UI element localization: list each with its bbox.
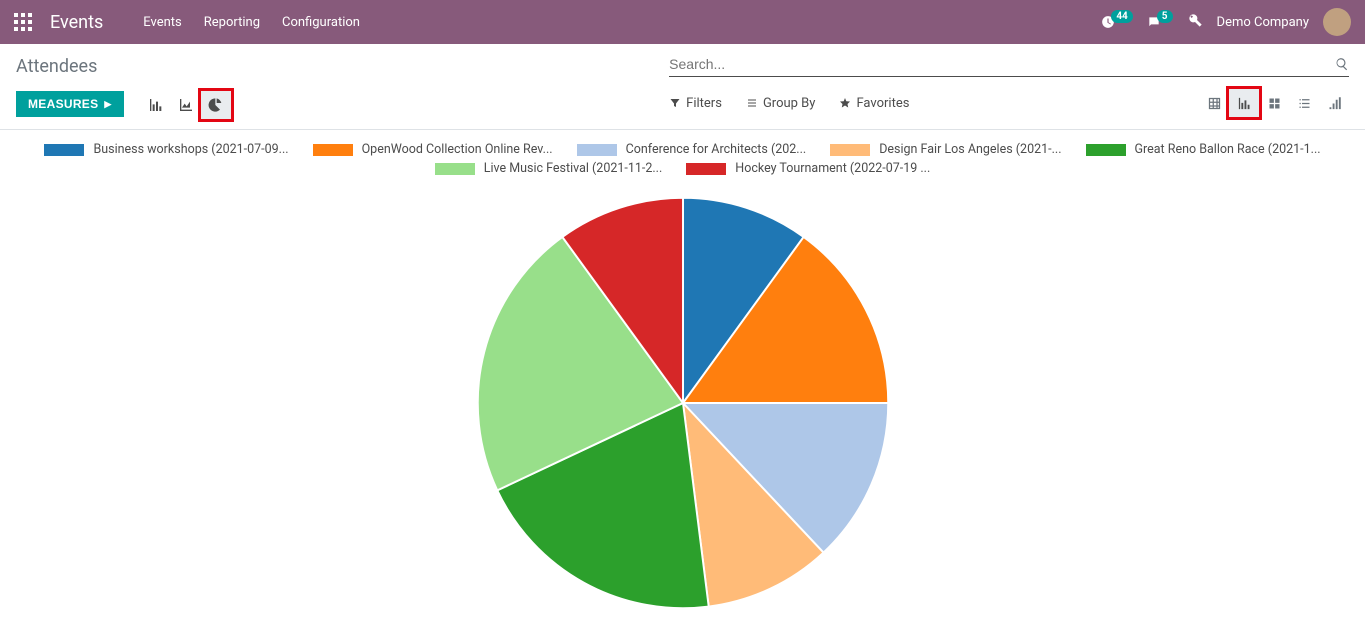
list-lines-icon	[1297, 96, 1312, 111]
star-icon	[839, 97, 851, 109]
chart-type-group	[141, 91, 231, 119]
dashboard-view-button[interactable]	[1319, 89, 1349, 117]
chart-legend: Business workshops (2021-07-09... OpenWoo…	[0, 130, 1365, 182]
wrench-icon	[1187, 12, 1203, 28]
list-icon	[746, 97, 758, 109]
pie-chart	[0, 182, 1365, 618]
nav-links: Events Reporting Configuration	[143, 15, 360, 30]
messages-button[interactable]: 5	[1147, 15, 1173, 29]
legend-label: Great Reno Ballon Race (2021-1...	[1135, 142, 1321, 157]
legend-label: Live Music Festival (2021-11-2...	[484, 161, 663, 176]
favorites-label: Favorites	[856, 96, 909, 111]
line-chart-button[interactable]	[171, 91, 201, 119]
legend-label: Business workshops (2021-07-09...	[93, 142, 288, 157]
bar-chart-icon	[148, 97, 164, 113]
activity-button[interactable]: 44	[1101, 15, 1132, 29]
measures-button[interactable]: MEASURES ▶	[16, 91, 124, 117]
nav-link-reporting[interactable]: Reporting	[204, 15, 260, 30]
legend-swatch	[435, 163, 475, 175]
legend-item[interactable]: Conference for Architects (202...	[577, 140, 807, 159]
favorites-button[interactable]: Favorites	[839, 96, 909, 111]
filters-label: Filters	[686, 96, 722, 111]
legend-label: Hockey Tournament (2022-07-19 ...	[735, 161, 930, 176]
search-icon[interactable]	[1335, 57, 1349, 71]
view-switcher	[1199, 89, 1349, 117]
nav-link-configuration[interactable]: Configuration	[282, 15, 360, 30]
pivot-view-button[interactable]	[1199, 89, 1229, 117]
legend-swatch	[1086, 144, 1126, 156]
pie-chart-button[interactable]	[201, 91, 231, 119]
settings-button[interactable]	[1187, 12, 1203, 32]
legend-label: OpenWood Collection Online Rev...	[362, 142, 553, 157]
filters-button[interactable]: Filters	[669, 96, 722, 111]
legend-swatch	[686, 163, 726, 175]
messages-count: 5	[1157, 10, 1173, 23]
grid-icon	[1207, 96, 1222, 111]
search-bar	[669, 56, 1349, 77]
measures-label: MEASURES	[28, 97, 98, 111]
legend-swatch	[313, 144, 353, 156]
bar-chart-icon	[1237, 96, 1252, 111]
graph-view-button[interactable]	[1229, 89, 1259, 117]
pie-chart-icon	[208, 97, 224, 113]
signal-icon	[1327, 96, 1342, 111]
pie-svg	[468, 188, 898, 618]
legend-item[interactable]: Live Music Festival (2021-11-2...	[435, 159, 663, 178]
page-title: Attendees	[16, 56, 669, 77]
legend-swatch	[44, 144, 84, 156]
caret-right-icon: ▶	[104, 99, 111, 110]
legend-swatch	[830, 144, 870, 156]
bar-chart-button[interactable]	[141, 91, 171, 119]
groupby-button[interactable]: Group By	[746, 96, 816, 111]
legend-item[interactable]: Great Reno Ballon Race (2021-1...	[1086, 140, 1321, 159]
funnel-icon	[669, 97, 681, 109]
activity-count: 44	[1111, 10, 1132, 23]
legend-label: Conference for Architects (202...	[626, 142, 807, 157]
nav-right: 44 5 Demo Company	[1101, 8, 1351, 36]
control-panel: Attendees MEASURES ▶ Filters	[0, 44, 1365, 130]
area-chart-icon	[178, 97, 194, 113]
legend-item[interactable]: OpenWood Collection Online Rev...	[313, 140, 553, 159]
brand-title: Events	[50, 12, 103, 33]
legend-item[interactable]: Business workshops (2021-07-09...	[44, 140, 288, 159]
nav-link-events[interactable]: Events	[143, 15, 181, 30]
legend-item[interactable]: Design Fair Los Angeles (2021-...	[830, 140, 1061, 159]
apps-icon[interactable]	[14, 13, 32, 31]
legend-item[interactable]: Hockey Tournament (2022-07-19 ...	[686, 159, 930, 178]
filter-row: Filters Group By Favorites	[669, 89, 1349, 117]
legend-swatch	[577, 144, 617, 156]
search-input[interactable]	[669, 56, 1335, 72]
list-view-button[interactable]	[1289, 89, 1319, 117]
top-nav: Events Events Reporting Configuration 44…	[0, 0, 1365, 44]
legend-label: Design Fair Los Angeles (2021-...	[879, 142, 1061, 157]
groupby-label: Group By	[763, 96, 816, 111]
kanban-icon	[1267, 96, 1282, 111]
company-name[interactable]: Demo Company	[1217, 15, 1309, 30]
kanban-view-button[interactable]	[1259, 89, 1289, 117]
avatar[interactable]	[1323, 8, 1351, 36]
